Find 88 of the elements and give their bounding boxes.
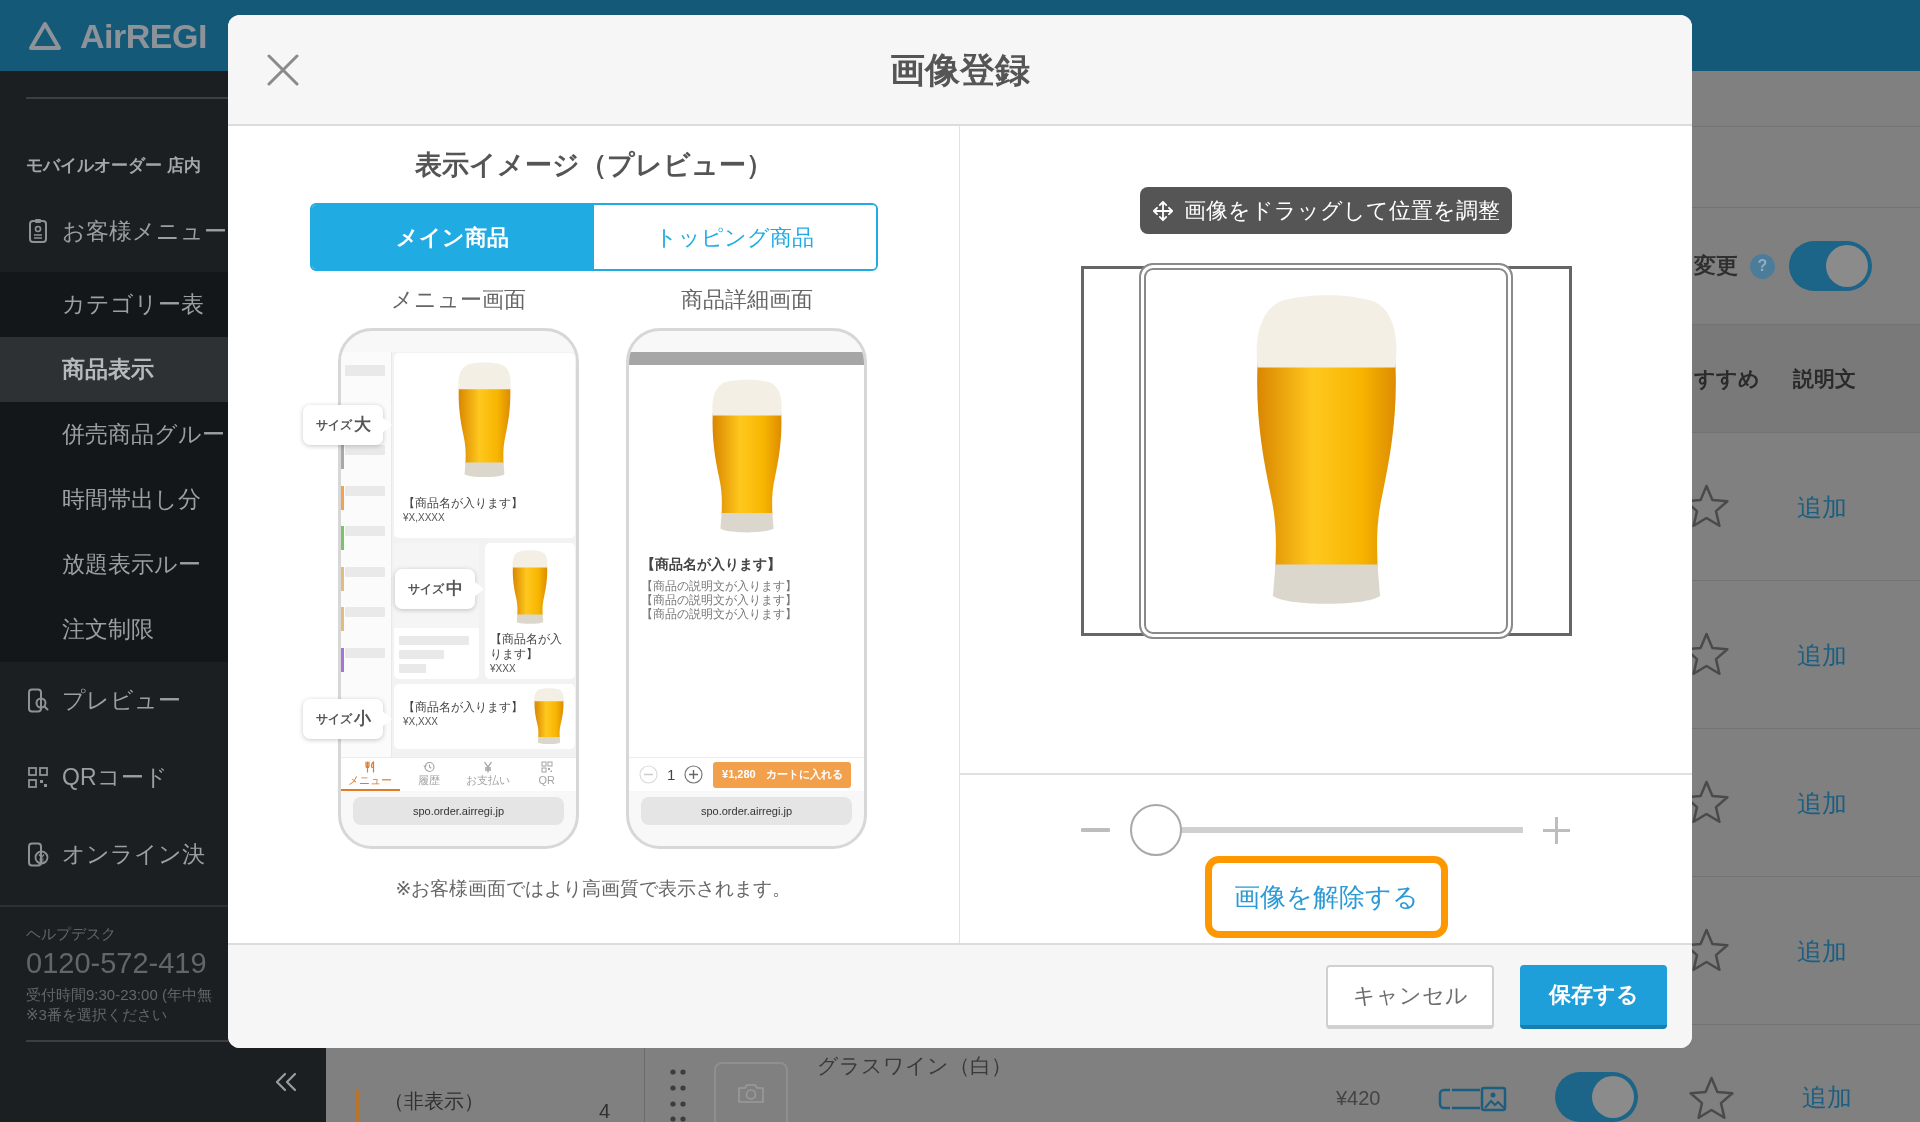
setting-label: 変更	[1694, 252, 1738, 280]
product-name: 【商品名が入ります】	[490, 632, 563, 662]
yen-icon	[481, 761, 494, 773]
star-icon[interactable]	[1692, 927, 1731, 974]
slider-thumb[interactable]	[1130, 804, 1182, 856]
toggle-switch[interactable]	[1789, 241, 1872, 291]
screen-label: メニュー画面	[391, 286, 526, 314]
camera-icon	[737, 1082, 765, 1104]
add-link[interactable]: 追加	[1797, 935, 1847, 966]
placeholder-bar	[345, 526, 385, 536]
plus-icon[interactable]	[1542, 815, 1571, 845]
nav-tab[interactable]: 履歴	[399, 758, 459, 791]
tab[interactable]: メイン商品	[311, 205, 594, 269]
crop-area[interactable]	[1139, 263, 1513, 639]
phone-search-icon	[27, 687, 49, 714]
collapse-icon[interactable]	[275, 1072, 297, 1092]
hint-text: 画像をドラッグして位置を調整	[1184, 196, 1500, 225]
preview-title: 表示イメージ（プレビュー）	[414, 149, 773, 182]
nav-tab[interactable]: QR	[517, 758, 576, 791]
help-icon[interactable]: ?	[1750, 253, 1775, 279]
category-name: （非表示）	[384, 1089, 484, 1114]
product-name: 【商品名が入ります】	[403, 700, 523, 715]
column-header: すすめ	[1694, 365, 1760, 392]
beer-glass-drawing	[533, 688, 565, 745]
footnote: ※お客様画面ではより高画質で表示されます。	[395, 877, 792, 901]
qr-code-icon	[27, 764, 49, 791]
save-button[interactable]: 保存する	[1520, 964, 1667, 1029]
clipboard-icon	[27, 218, 49, 244]
add-link[interactable]: 追加	[1797, 639, 1847, 670]
qr-code-icon	[540, 761, 553, 773]
close-icon	[267, 53, 299, 86]
image-tag-icon[interactable]	[1437, 1086, 1507, 1112]
product-price: ¥420	[1336, 1086, 1381, 1110]
logo-icon	[28, 20, 62, 51]
clock-icon	[423, 761, 436, 773]
move-icon	[1152, 199, 1174, 222]
placeholder-bar	[345, 647, 385, 658]
dialog-title: 画像登録	[890, 48, 1030, 91]
plus-icon	[684, 765, 704, 784]
product-name: 【商品名が入ります】	[641, 555, 781, 573]
star-icon[interactable]	[1686, 1075, 1736, 1122]
column-header: 説明文	[1793, 365, 1856, 392]
placeholder-bar	[345, 607, 385, 617]
phone-coin-icon	[27, 841, 49, 868]
fork-knife-icon	[364, 761, 377, 773]
add-link[interactable]: 追加	[1797, 787, 1847, 818]
section-title: モバイルオーダー 店内	[26, 155, 201, 177]
product-price: ¥X,XXX	[403, 715, 439, 729]
screen-label: 商品詳細画面	[680, 286, 813, 314]
logo-text: AirREGI	[80, 15, 207, 56]
item-count: 4	[598, 1100, 610, 1122]
helpdesk-title: ヘルプデスク	[26, 924, 116, 944]
drag-handle-icon[interactable]	[670, 1069, 686, 1122]
address-bar: spo.order.airregi.jp	[353, 797, 564, 825]
placeholder-bar	[345, 485, 385, 496]
placeholder-bar	[345, 445, 385, 455]
minus-icon[interactable]	[1081, 828, 1110, 832]
helpdesk-hours: 受付時間9:30-23:00 (年中無	[26, 985, 212, 1005]
add-link[interactable]: 追加	[1797, 491, 1847, 522]
placeholder-bar	[345, 566, 385, 577]
size-callout: サイズ小	[303, 699, 392, 739]
add-link[interactable]: 追加	[1801, 1082, 1852, 1112]
size-callout: サイズ大	[303, 405, 392, 445]
product-name: 【商品名が入ります】	[403, 496, 523, 511]
product-description: 【商品の説明文が入ります】	[641, 579, 797, 593]
quantity: 1	[667, 765, 676, 784]
product-description: 【商品の説明文が入ります】	[641, 593, 797, 607]
star-icon[interactable]	[1692, 631, 1731, 678]
nav-tab[interactable]: お支払い	[458, 758, 518, 791]
remove-image-button[interactable]: 画像を解除する	[1204, 856, 1448, 938]
product-price: ¥XXX	[490, 662, 516, 675]
toggle-switch[interactable]	[1554, 1072, 1638, 1122]
star-icon[interactable]	[1692, 483, 1731, 530]
star-icon[interactable]	[1692, 779, 1731, 826]
helpdesk-phone: 0120-572-419	[26, 946, 207, 980]
address-bar: spo.order.airregi.jp	[641, 797, 852, 825]
product-price: ¥X,XXXX	[403, 511, 445, 525]
sidebar-item[interactable]: QRコード	[0, 739, 326, 816]
size-callout: サイズ中	[395, 569, 484, 609]
product-description: 【商品の説明文が入ります】	[641, 607, 797, 621]
product-name: グラスワイン（白）	[817, 1053, 1012, 1079]
image-placeholder[interactable]	[714, 1062, 788, 1122]
sidebar-item[interactable]: オンライン決	[0, 816, 326, 893]
helpdesk-note: ※3番を選択ください	[26, 1005, 167, 1025]
minus-icon	[639, 765, 658, 784]
add-to-cart-button[interactable]: ¥1,280 カートに入れる	[713, 761, 852, 788]
cancel-button[interactable]: キャンセル	[1326, 964, 1494, 1029]
nav-tab[interactable]: メニュー	[341, 758, 400, 791]
